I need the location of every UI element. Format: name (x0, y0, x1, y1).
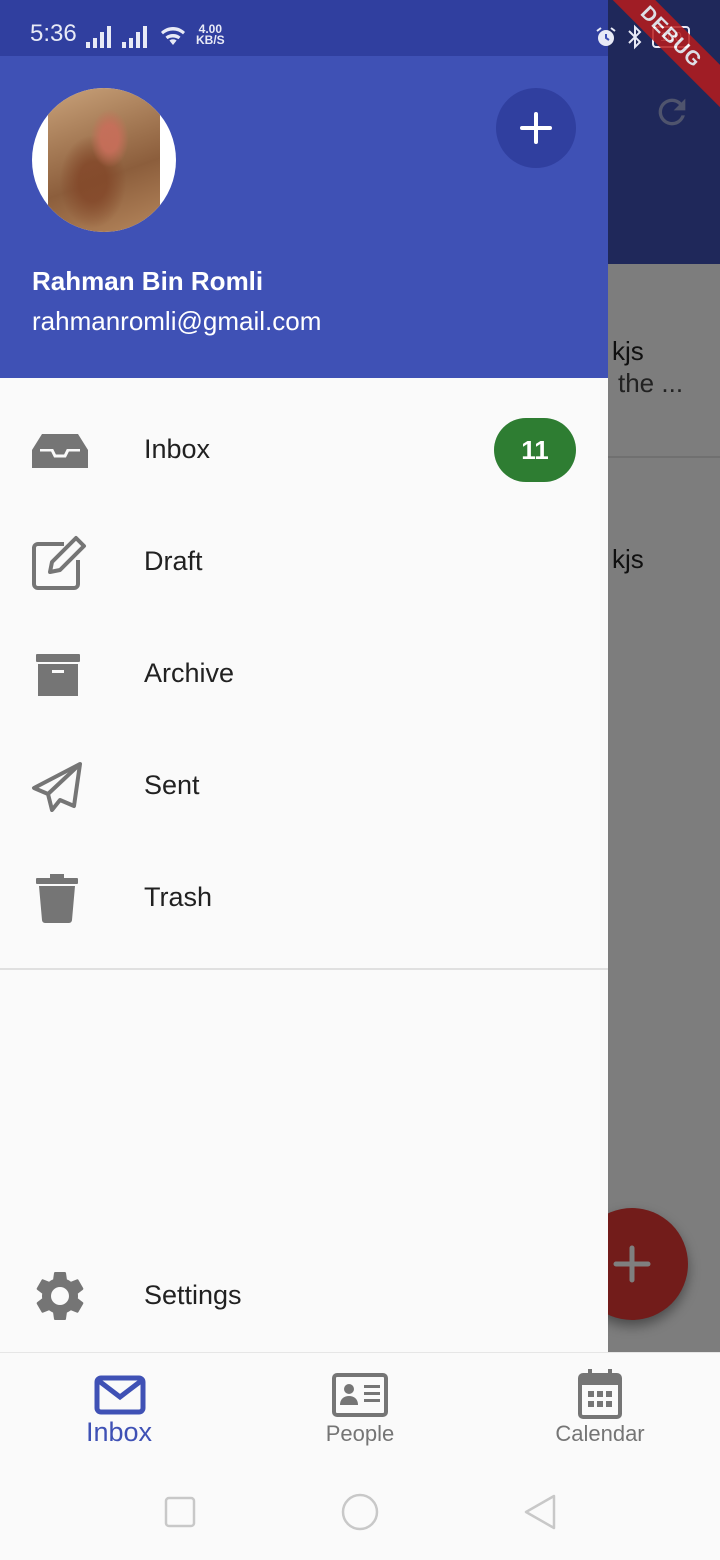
bottom-nav-label: Calendar (555, 1421, 645, 1446)
home-icon[interactable] (340, 1492, 380, 1532)
cell-signal-icon (122, 26, 147, 48)
bottom-nav-inbox[interactable]: Inbox (0, 1353, 240, 1461)
drawer-item-label: Sent (144, 770, 200, 800)
contact-card-icon (332, 1373, 388, 1417)
signal-icons (86, 22, 188, 48)
recent-apps-icon[interactable] (160, 1492, 200, 1532)
network-speed-unit: KB/S (196, 33, 225, 47)
status-bar: 5:36 4.00 KB/S 100 (0, 0, 720, 56)
drawer-item-label: Trash (144, 882, 213, 912)
avatar[interactable] (32, 88, 176, 232)
system-navigation-bar (0, 1460, 720, 1560)
wifi-icon (161, 27, 185, 45)
drawer-item-sent[interactable]: Sent (0, 730, 608, 842)
avatar-photo (48, 88, 160, 232)
drawer-item-archive[interactable]: Archive (0, 618, 608, 730)
drawer-item-trash[interactable]: Trash (0, 842, 608, 954)
account-name: Rahman Bin Romli (32, 266, 264, 296)
paper-plane-icon (32, 762, 82, 812)
alarm-icon (596, 27, 616, 46)
drawer-divider (0, 968, 608, 970)
drawer-item-label: Settings (144, 1280, 242, 1310)
drawer-item-label: Draft (144, 546, 203, 576)
gear-icon (36, 1272, 84, 1320)
inbox-icon (32, 434, 88, 468)
status-time: 5:36 (30, 20, 77, 47)
drawer-item-draft[interactable]: Draft (0, 506, 608, 618)
drawer-item-settings[interactable]: Settings (0, 1240, 608, 1352)
trash-icon (36, 874, 78, 923)
add-account-button[interactable] (496, 88, 576, 168)
archive-icon (36, 654, 80, 696)
drawer-header: Rahman Bin Romli rahmanromli@gmail.com (0, 0, 608, 378)
bottom-nav-calendar[interactable]: Calendar (480, 1353, 720, 1461)
envelope-icon (94, 1375, 146, 1415)
drawer-item-label: Inbox (144, 434, 211, 464)
plus-icon (520, 112, 552, 144)
navigation-drawer: Rahman Bin Romli rahmanromli@gmail.com I… (0, 0, 608, 1352)
bottom-navigation: Inbox People Calendar (0, 1352, 720, 1460)
account-email: rahmanromli@gmail.com (32, 306, 322, 336)
drawer-item-label: Archive (144, 658, 235, 688)
edit-icon (32, 536, 86, 590)
unread-count-badge: 11 (494, 418, 576, 482)
back-icon[interactable] (520, 1492, 560, 1532)
bottom-nav-people[interactable]: People (240, 1353, 480, 1461)
network-speed: 4.00 KB/S (196, 23, 225, 47)
calendar-icon (578, 1369, 622, 1419)
cell-signal-icon (86, 26, 111, 48)
bottom-nav-label: People (325, 1421, 395, 1446)
bottom-nav-label: Inbox (85, 1417, 153, 1447)
